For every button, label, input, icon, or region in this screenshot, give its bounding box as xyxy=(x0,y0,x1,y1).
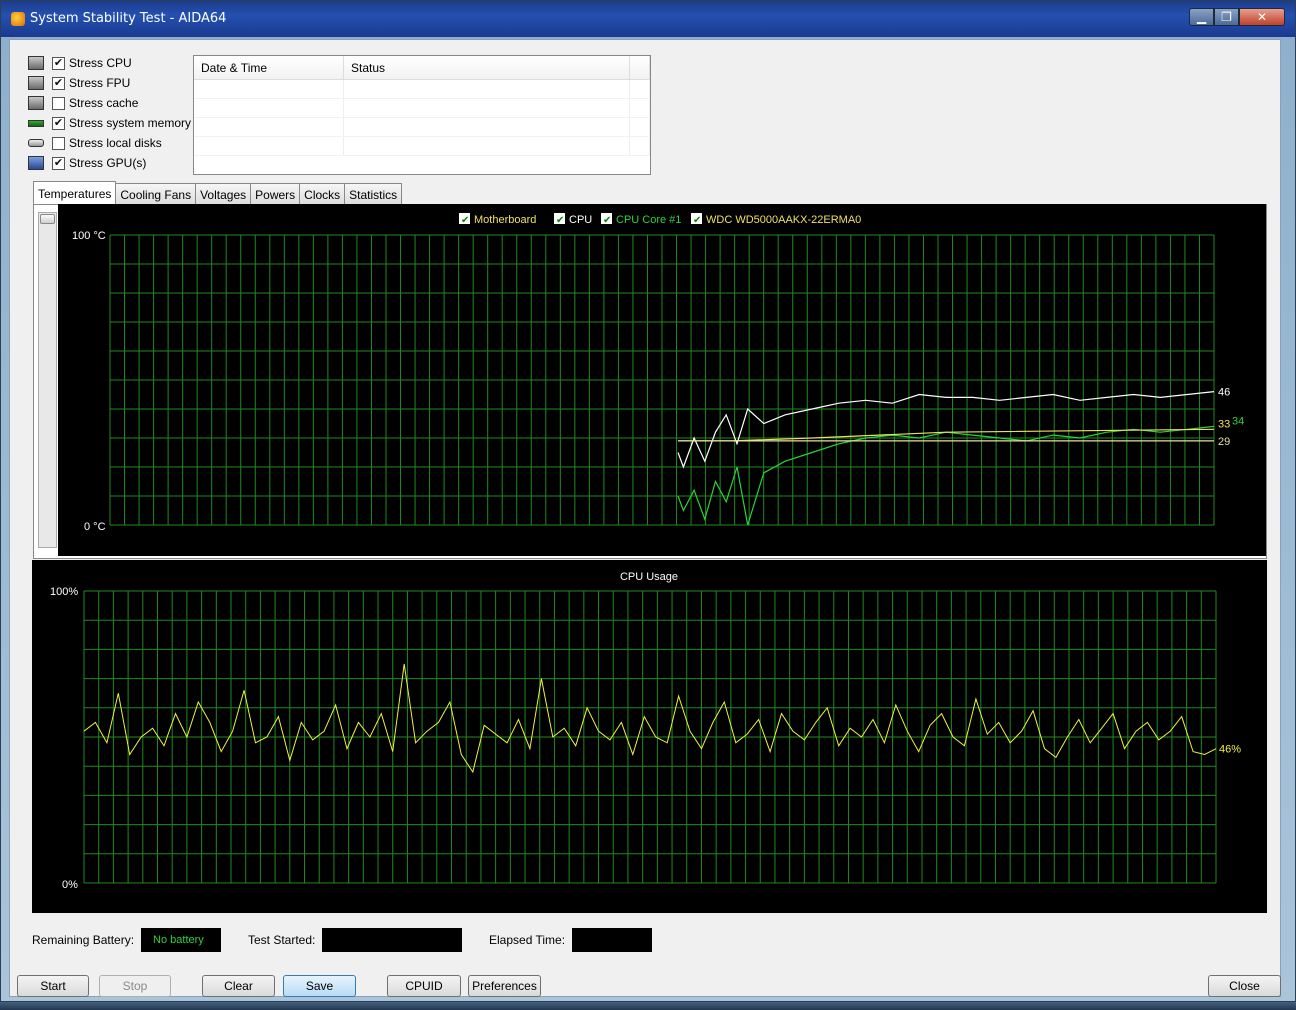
zoom-scrollbar[interactable] xyxy=(38,212,57,548)
tab-clocks[interactable]: Clocks xyxy=(299,183,346,205)
series-end-label: 46 xyxy=(1218,387,1230,399)
table-row xyxy=(194,137,650,156)
tab-voltages[interactable]: Voltages xyxy=(195,183,252,205)
cpu-usage-graph: CPU Usage 100% 0% 46% xyxy=(32,560,1267,913)
stress-cpu-label: Stress CPU xyxy=(69,56,132,70)
client-area: ✔ Stress CPU ✔ Stress FPU Stress cache ✔… xyxy=(9,39,1281,997)
scroll-thumb[interactable] xyxy=(40,214,55,224)
elapsed-time-info: Elapsed Time: xyxy=(489,928,653,952)
hard-disk-icon xyxy=(28,139,44,147)
cpu-y-min-label: 0% xyxy=(62,879,78,891)
minimize-button[interactable]: ▁ xyxy=(1189,8,1214,26)
cache-chip-icon xyxy=(28,96,44,110)
fpu-chip-icon xyxy=(28,76,44,90)
stress-fpu-option[interactable]: ✔ Stress FPU xyxy=(28,74,130,92)
cpu-usage-chart-svg: CPU Usage 100% 0% 46% xyxy=(50,571,1241,891)
series-end-label: 29 xyxy=(1218,436,1230,448)
preferences-button[interactable]: Preferences xyxy=(468,975,541,997)
tab-statistics[interactable]: Statistics xyxy=(344,183,403,205)
status-log-table[interactable]: Date & Time Status xyxy=(193,55,651,175)
stress-cache-checkbox[interactable] xyxy=(52,96,65,110)
temperature-chart-svg: ✔ Motherboard ✔ CPU ✔ CPU Core #1 ✔ WDC … xyxy=(72,213,1244,533)
legend-disk: WDC WD5000AAKX-22ERMA0 xyxy=(706,214,861,226)
legend-motherboard: Motherboard xyxy=(474,214,536,226)
stress-cpu-option[interactable]: ✔ Stress CPU xyxy=(28,54,132,72)
cpuid-button[interactable]: CPUID xyxy=(387,975,461,997)
close-button[interactable]: Close xyxy=(1208,975,1281,997)
legend-cpu: CPU xyxy=(569,214,592,226)
battery-label: Remaining Battery: xyxy=(32,933,135,947)
save-button[interactable]: Save xyxy=(283,975,356,997)
stress-memory-checkbox[interactable]: ✔ xyxy=(52,116,65,130)
cpu-chip-icon xyxy=(28,56,44,70)
app-window: System Stability Test - AIDA64 ▁ ❐ ✕ ✔ S… xyxy=(0,0,1296,1002)
tab-cooling-fans[interactable]: Cooling Fans xyxy=(115,183,197,205)
stress-memory-option[interactable]: ✔ Stress system memory xyxy=(28,114,191,132)
svg-text:✔: ✔ xyxy=(693,215,701,226)
tab-temperatures[interactable]: Temperatures xyxy=(33,181,117,205)
svg-text:✔: ✔ xyxy=(556,215,564,226)
window-title: System Stability Test - AIDA64 xyxy=(30,11,227,26)
cpu-usage-end-label: 46% xyxy=(1219,744,1241,756)
legend-cpu-core-1: CPU Core #1 xyxy=(616,214,681,226)
table-row xyxy=(194,99,650,118)
title-bar[interactable]: System Stability Test - AIDA64 ▁ ❐ ✕ xyxy=(1,1,1295,37)
stress-gpu-label: Stress GPU(s) xyxy=(69,156,147,170)
stress-fpu-label: Stress FPU xyxy=(69,76,131,90)
svg-text:✔: ✔ xyxy=(603,215,611,226)
date-time-column-header[interactable]: Date & Time xyxy=(194,56,344,79)
stress-memory-label: Stress system memory xyxy=(69,116,192,130)
table-header: Date & Time Status xyxy=(194,56,650,80)
stress-cache-option[interactable]: Stress cache xyxy=(28,94,138,112)
cpu-y-max-label: 100% xyxy=(50,586,78,598)
tab-powers[interactable]: Powers xyxy=(250,183,301,205)
series-end-label: 34 xyxy=(1232,415,1244,427)
series-end-label: 33 xyxy=(1218,418,1230,430)
status-column-header[interactable]: Status xyxy=(344,56,630,79)
temperature-legend: ✔ Motherboard ✔ CPU ✔ CPU Core #1 ✔ WDC … xyxy=(459,213,861,226)
table-row xyxy=(194,118,650,137)
cpu-usage-line xyxy=(83,663,1217,774)
battery-value: No battery xyxy=(141,928,222,952)
taskbar xyxy=(0,1002,1296,1010)
test-started-value xyxy=(322,928,463,952)
battery-info: Remaining Battery: No battery xyxy=(32,928,222,952)
sensor-tabs: Temperatures Cooling Fans Voltages Power… xyxy=(33,181,403,205)
stop-button[interactable]: Stop xyxy=(99,975,171,997)
elapsed-time-value xyxy=(572,928,653,952)
memory-module-icon xyxy=(28,119,44,127)
stress-disks-checkbox[interactable] xyxy=(52,136,65,150)
stress-disks-label: Stress local disks xyxy=(69,136,162,150)
cpu-usage-title: CPU Usage xyxy=(620,571,678,583)
temperature-graph: ✔ Motherboard ✔ CPU ✔ CPU Core #1 ✔ WDC … xyxy=(58,204,1266,556)
test-started-label: Test Started: xyxy=(248,933,316,947)
stress-gpu-checkbox[interactable]: ✔ xyxy=(52,156,65,170)
temp-y-min-label: 0 °C xyxy=(84,521,106,533)
stress-cache-label: Stress cache xyxy=(69,96,139,110)
stress-cpu-checkbox[interactable]: ✔ xyxy=(52,56,65,70)
temp-y-max-label: 100 °C xyxy=(72,230,106,242)
test-started-info: Test Started: xyxy=(248,928,463,952)
svg-text:✔: ✔ xyxy=(461,215,469,226)
aida64-flame-icon xyxy=(11,12,25,26)
stress-disks-option[interactable]: Stress local disks xyxy=(28,134,162,152)
start-button[interactable]: Start xyxy=(17,975,89,997)
close-window-button[interactable]: ✕ xyxy=(1239,8,1285,26)
series-line-2 xyxy=(678,428,1215,442)
gpu-monitor-icon xyxy=(28,156,44,170)
maximize-button[interactable]: ❐ xyxy=(1214,8,1239,26)
elapsed-time-label: Elapsed Time: xyxy=(489,933,566,947)
stress-gpu-option[interactable]: ✔ Stress GPU(s) xyxy=(28,154,146,172)
clear-button[interactable]: Clear xyxy=(202,975,275,997)
table-row xyxy=(194,80,650,99)
stress-fpu-checkbox[interactable]: ✔ xyxy=(52,76,65,90)
